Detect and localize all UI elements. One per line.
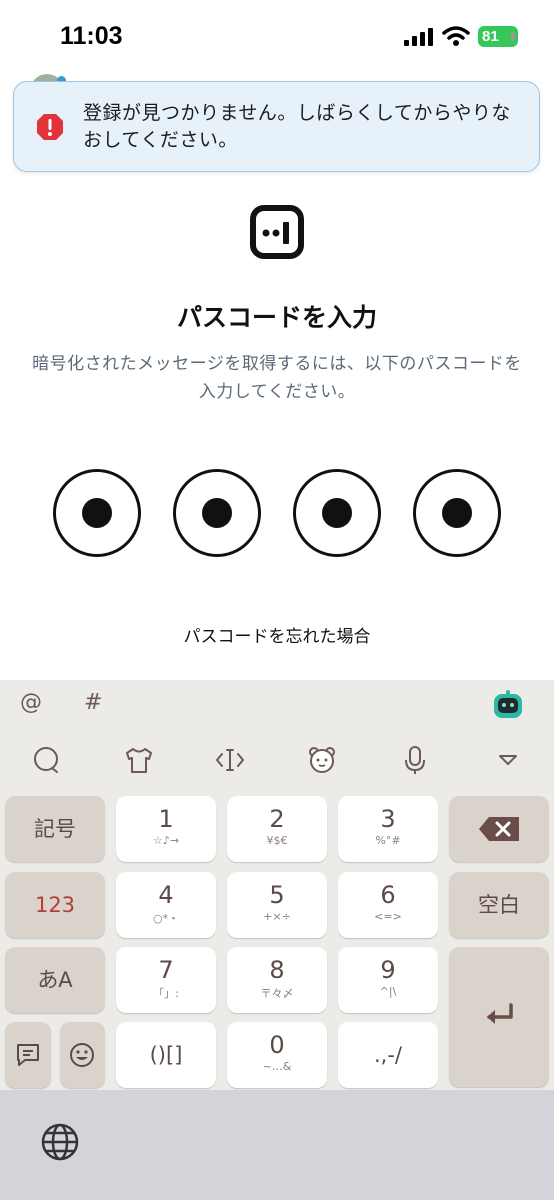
forgot-passcode-link[interactable]: パスコードを忘れた場合 [0, 622, 554, 647]
key-sub: ~…& [262, 1060, 292, 1073]
chat-bubble-icon[interactable] [30, 744, 62, 776]
app-logo-icon [250, 205, 304, 259]
key-main: 9 [380, 956, 396, 984]
cellular-signal-icon [404, 28, 436, 46]
emoji-key[interactable] [60, 1022, 105, 1088]
key-2[interactable]: 2 ¥$€ [227, 796, 327, 862]
key-sub: <=> [374, 910, 402, 923]
passcode-dot [173, 469, 261, 557]
backspace-icon [479, 817, 519, 841]
key-main: 0 [269, 1031, 285, 1059]
chevron-down-icon[interactable] [492, 744, 524, 776]
key-6[interactable]: 6 <=> [338, 872, 438, 938]
key-3[interactable]: 3 %°# [338, 796, 438, 862]
numeric-key-label: 123 [34, 893, 76, 917]
globe-icon[interactable] [40, 1122, 80, 1162]
key-main: 7 [158, 956, 174, 984]
punctuation-key-label: .,-/ [373, 1043, 402, 1067]
passcode-dot [293, 469, 381, 557]
space-key-label: 空白 [478, 893, 520, 917]
key-sub: ○*・ [152, 912, 180, 925]
key-0[interactable]: 0 ~…& [227, 1022, 327, 1088]
numeric-key[interactable]: 123 [5, 872, 105, 938]
space-key[interactable]: 空白 [449, 872, 549, 938]
enter-key[interactable] [449, 947, 549, 1087]
tshirt-icon[interactable] [123, 744, 155, 776]
robot-icon[interactable] [492, 690, 524, 720]
passcode-input[interactable] [53, 469, 501, 557]
return-icon [487, 1003, 513, 1024]
battery-tip [511, 32, 515, 41]
message-square-icon [17, 1044, 39, 1066]
key-4[interactable]: 4 ○*・ [116, 872, 216, 938]
key-8[interactable]: 8 〒々〆 [227, 947, 327, 1013]
page-description: 暗号化されたメッセージを取得するには、以下のパスコードを入力してください。 [32, 354, 522, 402]
key-sub: ¥$€ [266, 834, 288, 847]
key-5[interactable]: 5 +×÷ [227, 872, 327, 938]
key-main: 5 [269, 881, 285, 909]
symbols-key-label: 記号 [34, 817, 76, 841]
key-main: 2 [269, 805, 285, 833]
key-main: 6 [380, 881, 396, 909]
key-sub: 「」: [153, 987, 179, 1000]
cursor-move-icon[interactable] [214, 744, 246, 776]
backspace-key[interactable] [449, 796, 549, 862]
microphone-icon[interactable] [399, 744, 431, 776]
key-sub: +×÷ [263, 910, 291, 923]
key-main: 4 [158, 881, 174, 909]
brackets-key[interactable]: ()[] [116, 1022, 216, 1088]
key-9[interactable]: 9 ^|\ [338, 947, 438, 1013]
keyboard-bottom-bar [0, 1090, 554, 1200]
key-main: 8 [269, 956, 285, 984]
passcode-dot [413, 469, 501, 557]
kana-key[interactable]: あA [5, 947, 105, 1013]
key-main: 3 [380, 805, 396, 833]
key-main: 1 [158, 805, 174, 833]
key-1[interactable]: 1 ☆♪→ [116, 796, 216, 862]
alert-octagon-icon [37, 114, 63, 140]
suggestion-at[interactable]: @ [20, 690, 42, 715]
passcode-dot [53, 469, 141, 557]
smiley-icon [70, 1043, 94, 1067]
key-sub: ☆♪→ [152, 834, 180, 847]
error-banner[interactable]: 登録が見つかりません。しばらくしてからやりなおしてください。 [13, 81, 540, 172]
suggestion-hash[interactable]: # [84, 690, 102, 715]
status-bar: 11:03 81 [0, 0, 554, 72]
page-title: パスコードを入力 [176, 303, 377, 332]
key-sub: %°# [375, 834, 401, 847]
error-message: 登録が見つかりません。しばらくしてからやりなおしてください。 [83, 102, 511, 151]
key-sub: 〒々〆 [260, 987, 294, 1000]
wifi-icon [442, 26, 470, 46]
kana-key-label: あA [37, 968, 73, 992]
brackets-key-label: ()[] [149, 1043, 183, 1067]
status-time: 11:03 [60, 22, 123, 50]
symbols-key[interactable]: 記号 [5, 796, 105, 862]
punctuation-key[interactable]: .,-/ [338, 1022, 438, 1088]
bear-face-icon[interactable] [306, 744, 338, 776]
key-7[interactable]: 7 「」: [116, 947, 216, 1013]
key-sub: ^|\ [379, 985, 397, 998]
message-key[interactable] [5, 1022, 51, 1088]
